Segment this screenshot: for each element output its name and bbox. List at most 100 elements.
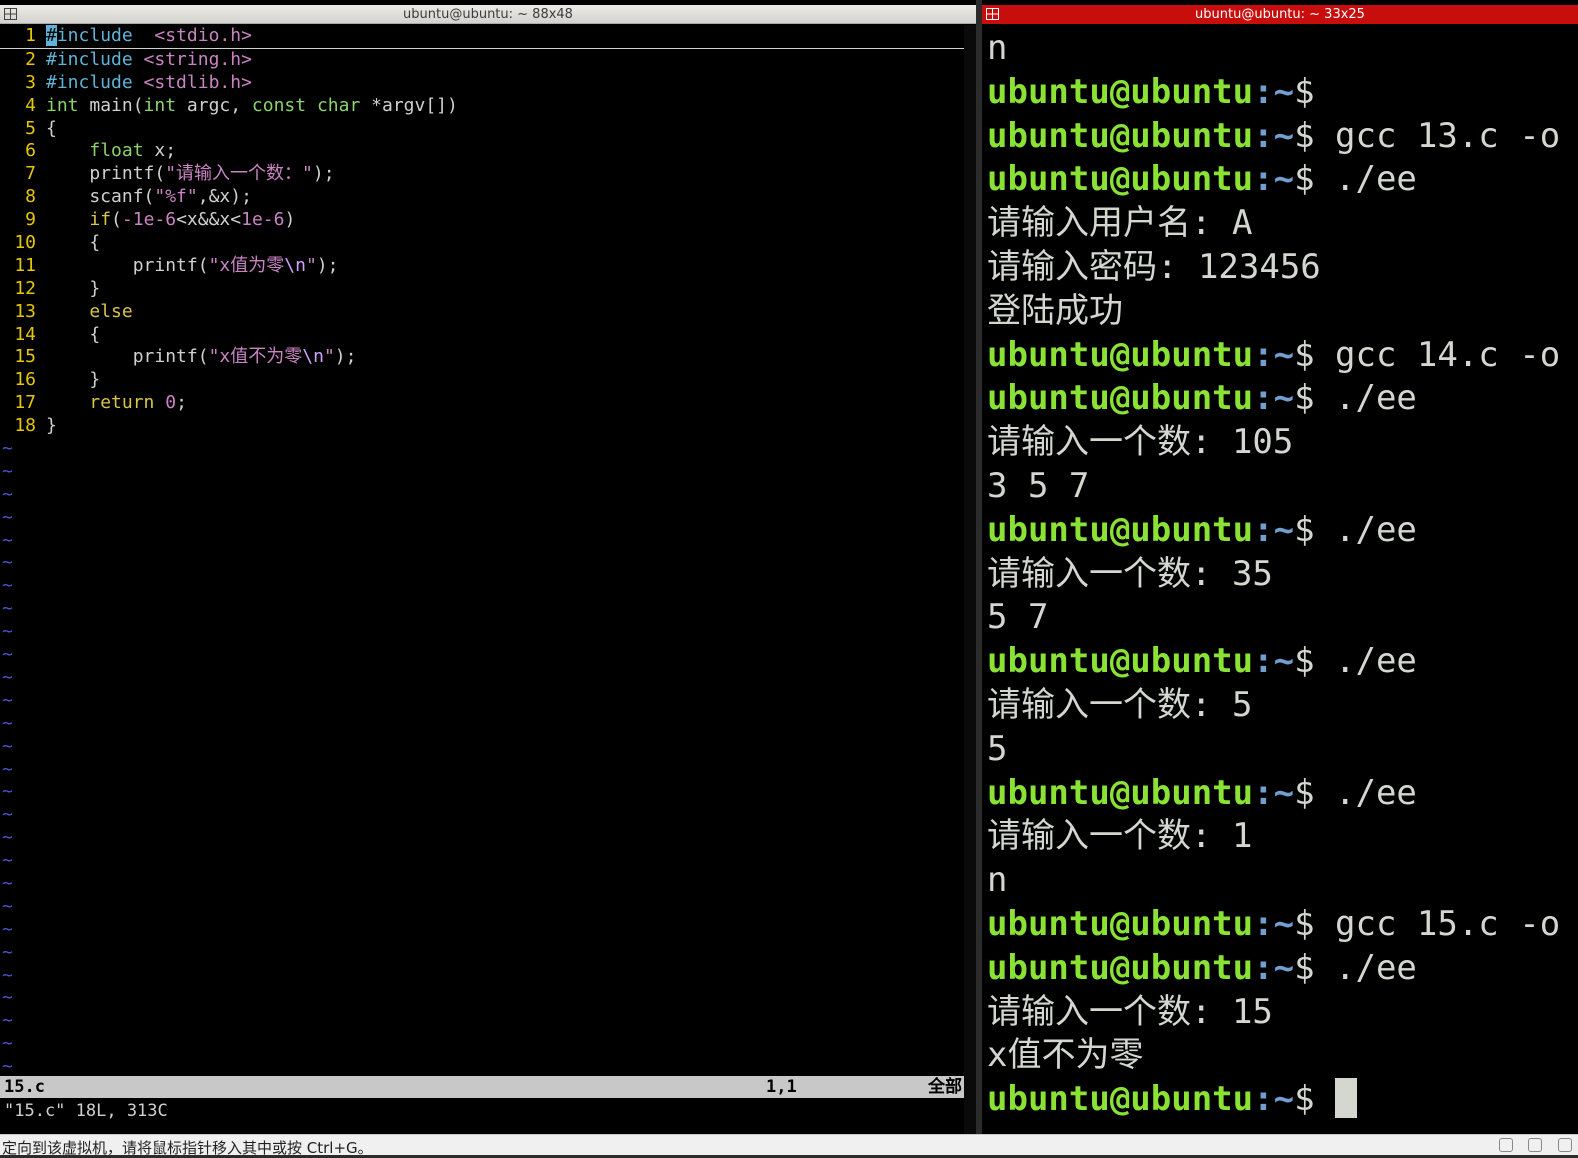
right-window-titlebar[interactable]: ubuntu@ubuntu: ~ 33x25	[982, 5, 1578, 24]
vim-terminal-window[interactable]: ubuntu@ubuntu: ~ 88x48 1 #include <stdio.…	[0, 0, 976, 1134]
code-text: printf("x值为零\n");	[46, 254, 339, 276]
terminal-prompt-line: ubuntu@ubuntu:~$ gcc 13.c -o	[987, 115, 1578, 159]
empty-line-marker: ~	[2, 506, 13, 528]
prompt-symbol: $	[1294, 1079, 1315, 1120]
empty-line-marker: ~	[2, 850, 13, 872]
line-number: 17	[14, 392, 36, 414]
terminal-output-line: 请输入密码: 123456	[987, 246, 1321, 287]
terminal-prompt-line: ubuntu@ubuntu:~$ ./ee	[987, 772, 1578, 816]
code-line[interactable]: 9 if(-1e-6<x&&x<1e-6)	[0, 209, 976, 232]
prompt-user: ubuntu@ubuntu	[987, 947, 1254, 988]
line-number: 15	[14, 346, 36, 368]
prompt-symbol: $	[1294, 334, 1315, 375]
line-number: 11	[14, 254, 36, 276]
terminal-output-line: 3 5 7	[987, 465, 1090, 506]
status-scroll-indicator: 全部	[928, 1077, 962, 1097]
vm-device-icon[interactable]	[1558, 1138, 1572, 1152]
prompt-symbol: $	[1294, 947, 1315, 988]
code-line[interactable]: 8 scanf("%f",&x);	[0, 186, 976, 209]
code-line[interactable]: 16 }	[0, 369, 976, 392]
code-line[interactable]: 15 printf("x值不为零\n");	[0, 346, 976, 369]
code-line[interactable]: 14 {	[0, 324, 976, 347]
empty-line-marker: ~	[2, 827, 13, 849]
line-number: 9	[25, 209, 36, 231]
status-cursor-position: 1,1	[766, 1077, 797, 1097]
terminal-output-line: 请输入一个数: 105	[987, 422, 1294, 463]
code-line[interactable]: 7 printf("请输入一个数：");	[0, 163, 976, 186]
prompt-path: :~	[1253, 378, 1295, 419]
empty-line-marker: ~	[2, 529, 13, 551]
terminal-output-line: 登陆成功	[987, 290, 1123, 331]
status-filename: 15.c	[4, 1077, 45, 1097]
line-number: 5	[25, 117, 36, 139]
prompt-path: :~	[1253, 903, 1295, 944]
prompt-user: ubuntu@ubuntu	[987, 71, 1254, 112]
prompt-user: ubuntu@ubuntu	[987, 772, 1254, 813]
code-text: printf("请输入一个数：");	[46, 163, 335, 185]
code-text: #include <stdlib.h>	[46, 71, 252, 93]
prompt-user: ubuntu@ubuntu	[987, 1079, 1254, 1120]
empty-line-marker: ~	[2, 1033, 13, 1055]
code-line[interactable]: 6 float x;	[0, 140, 976, 163]
prompt-path: :~	[1253, 509, 1295, 550]
terminal-prompt-line: ubuntu@ubuntu:~$ gcc 14.c -o	[987, 334, 1578, 378]
line-number: 3	[25, 71, 36, 93]
prompt-symbol: $	[1294, 641, 1315, 682]
code-line[interactable]: 2 #include <string.h>	[0, 49, 976, 72]
code-line[interactable]: 10 {	[0, 232, 976, 255]
line-number: 8	[25, 186, 36, 208]
code-text: {	[46, 117, 57, 139]
line-number: 4	[25, 94, 36, 116]
terminal-output-line: 请输入一个数: 1	[987, 816, 1253, 857]
terminal-scrollbar[interactable]	[964, 25, 976, 1134]
terminal-prompt-line: ubuntu@ubuntu:~$ ./ee	[987, 158, 1578, 202]
terminal-prompt-line: ubuntu@ubuntu:~$	[987, 71, 1578, 115]
prompt-path: :~	[1253, 115, 1295, 156]
code-text: else	[89, 300, 133, 322]
empty-line-marker: ~	[2, 804, 13, 826]
empty-line-marker: ~	[2, 644, 13, 666]
code-line[interactable]: 12 }	[0, 278, 976, 301]
empty-line-marker: ~	[2, 483, 13, 505]
line-number: 10	[14, 232, 36, 254]
terminal-output-line: 请输入一个数: 15	[987, 991, 1273, 1032]
code-line[interactable]: 11 printf("x值为零\n");	[0, 255, 976, 278]
vim-command-line: "15.c" 18L, 313C	[4, 1101, 168, 1121]
left-window-titlebar[interactable]: ubuntu@ubuntu: ~ 88x48	[0, 5, 976, 24]
code-line[interactable]: 4 int main(int argc, const char *argv[])	[0, 95, 976, 118]
terminal-output-line: 请输入一个数: 5	[987, 684, 1253, 725]
prompt-path: :~	[1253, 772, 1295, 813]
empty-line-marker: ~	[2, 460, 13, 482]
prompt-path: :~	[1253, 947, 1295, 988]
shell-terminal-window[interactable]: ubuntu@ubuntu: ~ 33x25 n ubuntu@ubuntu:~$…	[982, 0, 1578, 1134]
left-window-title: ubuntu@ubuntu: ~ 88x48	[403, 7, 573, 22]
vm-device-icon[interactable]	[1498, 1138, 1513, 1152]
prompt-path: :~	[1253, 641, 1295, 682]
prompt-command: ./ee	[1314, 947, 1417, 988]
vm-status-bar: 定向到该虚拟机，请将鼠标指针移入其中或按 Ctrl+G。	[0, 1134, 1578, 1157]
terminal-output-line: 请输入用户名: A	[987, 203, 1253, 244]
code-text: return 0;	[89, 392, 187, 414]
prompt-symbol: $	[1294, 772, 1315, 813]
line-number: 14	[14, 323, 36, 345]
vm-device-icon[interactable]	[1528, 1138, 1543, 1152]
code-text: }	[46, 415, 57, 437]
vim-editor[interactable]: 1 #include <stdio.h> 2 #include <string.h> 3…	[0, 25, 976, 1077]
prompt-path: :~	[1253, 1079, 1295, 1120]
code-line[interactable]: 1 #include <stdio.h>	[0, 25, 964, 49]
code-line[interactable]: 3 #include <stdlib.h>	[0, 72, 976, 95]
code-line[interactable]: 17 return 0;	[0, 392, 976, 415]
prompt-path: :~	[1253, 334, 1295, 375]
code-line[interactable]: 18}	[0, 415, 976, 438]
code-text: scanf("%f",&x);	[46, 186, 252, 208]
code-text: #include <string.h>	[46, 48, 252, 70]
empty-line-marker: ~	[2, 872, 13, 894]
code-line[interactable]: 13 else	[0, 301, 976, 324]
code-line[interactable]: 5{	[0, 118, 976, 141]
terminal-output[interactable]: n ubuntu@ubuntu:~$ ubuntu@ubuntu:~$ gcc 13…	[987, 27, 1578, 1122]
prompt-path: :~	[1253, 159, 1295, 200]
terminal-output-line: 5	[987, 728, 1008, 769]
empty-line-marker: ~	[2, 1010, 13, 1032]
code-text: if(-1e-6<x&&x<1e-6)	[89, 209, 296, 231]
empty-line-marker: ~	[2, 987, 13, 1009]
